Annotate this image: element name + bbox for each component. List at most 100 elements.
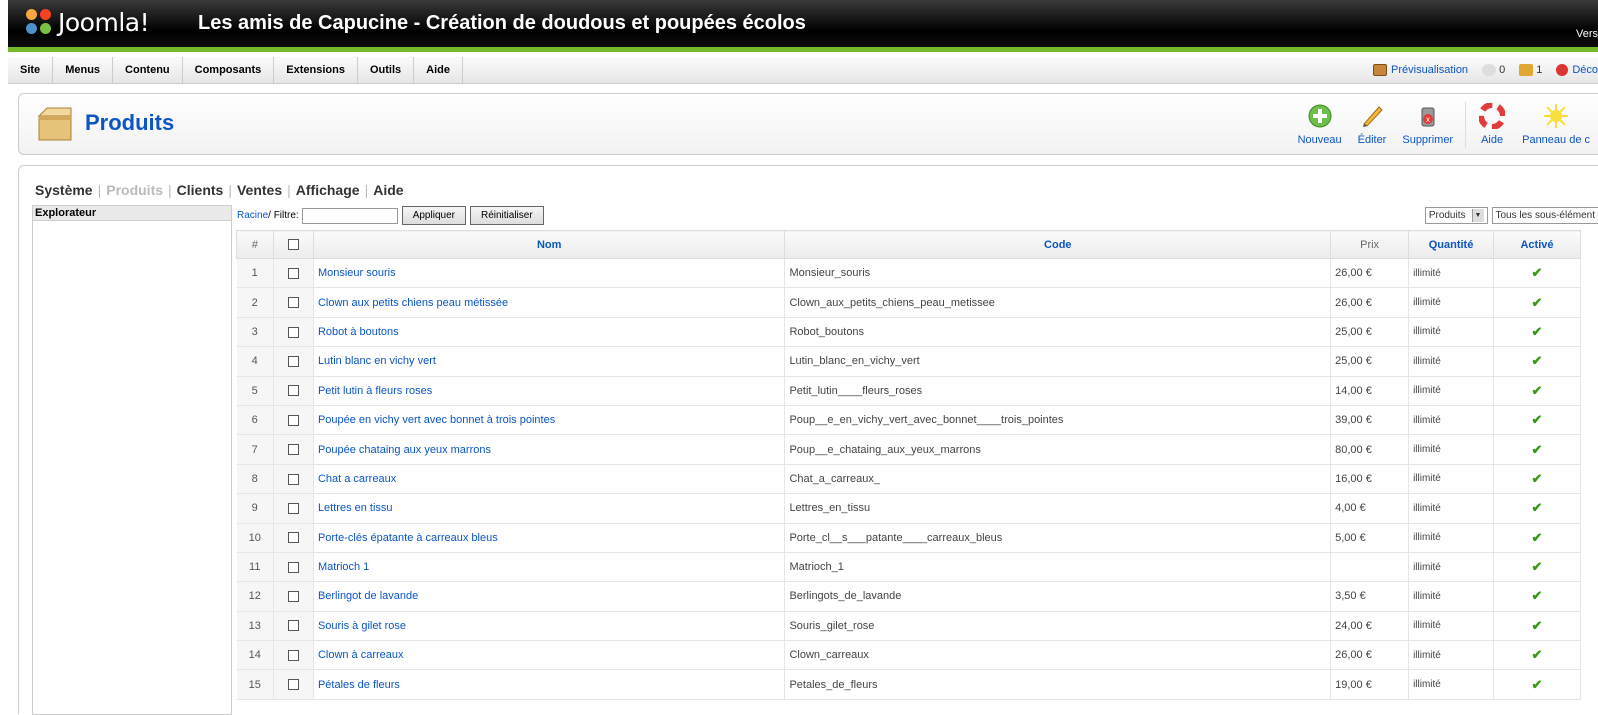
active-toggle[interactable]: ✔ bbox=[1494, 670, 1581, 699]
active-toggle[interactable]: ✔ bbox=[1494, 464, 1581, 493]
product-price: 26,00 € bbox=[1331, 288, 1409, 317]
control-panel-button[interactable]: Panneau de c bbox=[1514, 102, 1598, 148]
row-checkbox[interactable] bbox=[288, 532, 299, 543]
row-checkbox[interactable] bbox=[288, 385, 299, 396]
row-checkbox[interactable] bbox=[288, 679, 299, 690]
users-status[interactable]: 1 bbox=[1519, 64, 1542, 76]
reset-button[interactable]: Réinitialiser bbox=[470, 206, 544, 225]
product-name-link[interactable]: Lutin blanc en vichy vert bbox=[313, 347, 785, 376]
logout-link[interactable]: Déco bbox=[1556, 64, 1598, 76]
edit-button[interactable]: Éditer bbox=[1350, 102, 1395, 148]
menu-menus[interactable]: Menus bbox=[53, 57, 113, 83]
delete-button[interactable]: x Supprimer bbox=[1394, 102, 1461, 148]
col-name-header[interactable]: Nom bbox=[313, 231, 785, 259]
active-toggle[interactable]: ✔ bbox=[1494, 259, 1581, 288]
filter-input[interactable] bbox=[302, 208, 398, 224]
row-index: 6 bbox=[237, 405, 274, 434]
product-name-link[interactable]: Souris à gilet rose bbox=[313, 611, 785, 640]
row-checkbox[interactable] bbox=[288, 562, 299, 573]
menu-site[interactable]: Site bbox=[8, 57, 53, 83]
subnav-systeme[interactable]: Système bbox=[35, 182, 93, 198]
product-name-link[interactable]: Monsieur souris bbox=[313, 259, 785, 288]
users-icon bbox=[1519, 64, 1533, 76]
active-toggle[interactable]: ✔ bbox=[1494, 494, 1581, 523]
menu-contenu[interactable]: Contenu bbox=[113, 57, 183, 83]
row-checkbox-cell bbox=[273, 347, 313, 376]
product-name-link[interactable]: Matrioch 1 bbox=[313, 552, 785, 581]
menu-aide[interactable]: Aide bbox=[414, 57, 463, 83]
row-index: 2 bbox=[237, 288, 274, 317]
sun-icon bbox=[1542, 102, 1570, 130]
product-name-link[interactable]: Clown à carreaux bbox=[313, 641, 785, 670]
active-toggle[interactable]: ✔ bbox=[1494, 582, 1581, 611]
subnav-separator: | bbox=[98, 182, 102, 198]
subnav-clients[interactable]: Clients bbox=[177, 182, 224, 198]
row-checkbox[interactable] bbox=[288, 297, 299, 308]
type-select[interactable]: Produits ▼ bbox=[1425, 207, 1488, 224]
row-index: 12 bbox=[237, 582, 274, 611]
product-quantity: illimité bbox=[1409, 464, 1494, 493]
menu-outils[interactable]: Outils bbox=[358, 57, 414, 83]
product-name-link[interactable]: Pétales de fleurs bbox=[313, 670, 785, 699]
select-all-checkbox[interactable] bbox=[288, 239, 299, 250]
col-active-header[interactable]: Activé bbox=[1494, 231, 1581, 259]
product-price: 5,00 € bbox=[1331, 523, 1409, 552]
preview-link[interactable]: Prévisualisation bbox=[1373, 64, 1468, 76]
row-checkbox[interactable] bbox=[288, 620, 299, 631]
col-quantity-header[interactable]: Quantité bbox=[1409, 231, 1494, 259]
help-button[interactable]: Aide bbox=[1470, 102, 1514, 148]
row-checkbox-cell bbox=[273, 552, 313, 581]
row-checkbox[interactable] bbox=[288, 444, 299, 455]
joomla-logo[interactable]: Joomla! bbox=[24, 7, 149, 37]
new-button[interactable]: Nouveau bbox=[1290, 102, 1350, 148]
product-price: 4,00 € bbox=[1331, 494, 1409, 523]
row-checkbox[interactable] bbox=[288, 268, 299, 279]
row-checkbox[interactable] bbox=[288, 356, 299, 367]
active-toggle[interactable]: ✔ bbox=[1494, 288, 1581, 317]
product-name-link[interactable]: Porte-clés épatante à carreaux bleus bbox=[313, 523, 785, 552]
row-checkbox[interactable] bbox=[288, 503, 299, 514]
product-name-link[interactable]: Poupée en vichy vert avec bonnet à trois… bbox=[313, 405, 785, 434]
subnav-separator: | bbox=[365, 182, 369, 198]
messages-status[interactable]: 0 bbox=[1482, 64, 1505, 76]
subnav-ventes[interactable]: Ventes bbox=[237, 182, 282, 198]
explorer-title: Explorateur bbox=[33, 206, 231, 221]
row-checkbox[interactable] bbox=[288, 474, 299, 485]
apply-button[interactable]: Appliquer bbox=[402, 206, 466, 225]
active-toggle[interactable]: ✔ bbox=[1494, 317, 1581, 346]
active-toggle[interactable]: ✔ bbox=[1494, 376, 1581, 405]
row-checkbox[interactable] bbox=[288, 327, 299, 338]
menu-extensions[interactable]: Extensions bbox=[274, 57, 358, 83]
row-checkbox[interactable] bbox=[288, 650, 299, 661]
root-link[interactable]: Racine bbox=[237, 210, 268, 221]
col-code-header[interactable]: Code bbox=[785, 231, 1331, 259]
active-toggle[interactable]: ✔ bbox=[1494, 435, 1581, 464]
active-toggle[interactable]: ✔ bbox=[1494, 523, 1581, 552]
product-quantity: illimité bbox=[1409, 317, 1494, 346]
active-toggle[interactable]: ✔ bbox=[1494, 552, 1581, 581]
subnav-affichage[interactable]: Affichage bbox=[296, 182, 360, 198]
checkmark-icon: ✔ bbox=[1532, 471, 1543, 486]
subnav-produits[interactable]: Produits bbox=[106, 182, 163, 198]
row-checkbox-cell bbox=[273, 405, 313, 434]
product-name-link[interactable]: Clown aux petits chiens peau métissée bbox=[313, 288, 785, 317]
menu-composants[interactable]: Composants bbox=[183, 57, 275, 83]
row-checkbox[interactable] bbox=[288, 415, 299, 426]
row-checkbox-cell bbox=[273, 317, 313, 346]
product-name-link[interactable]: Robot à boutons bbox=[313, 317, 785, 346]
active-toggle[interactable]: ✔ bbox=[1494, 641, 1581, 670]
product-name-link[interactable]: Lettres en tissu bbox=[313, 494, 785, 523]
active-toggle[interactable]: ✔ bbox=[1494, 405, 1581, 434]
row-checkbox[interactable] bbox=[288, 591, 299, 602]
active-toggle[interactable]: ✔ bbox=[1494, 611, 1581, 640]
product-name-link[interactable]: Berlingot de lavande bbox=[313, 582, 785, 611]
subnav-aide[interactable]: Aide bbox=[373, 182, 403, 198]
scope-select[interactable]: Tous les sous-élément bbox=[1492, 207, 1598, 224]
product-name-link[interactable]: Poupée chataing aux yeux marrons bbox=[313, 435, 785, 464]
product-code: Monsieur_souris bbox=[785, 259, 1331, 288]
product-quantity: illimité bbox=[1409, 494, 1494, 523]
active-toggle[interactable]: ✔ bbox=[1494, 347, 1581, 376]
product-name-link[interactable]: Petit lutin à fleurs roses bbox=[313, 376, 785, 405]
product-name-link[interactable]: Chat a carreaux bbox=[313, 464, 785, 493]
product-code: Matrioch_1 bbox=[785, 552, 1331, 581]
